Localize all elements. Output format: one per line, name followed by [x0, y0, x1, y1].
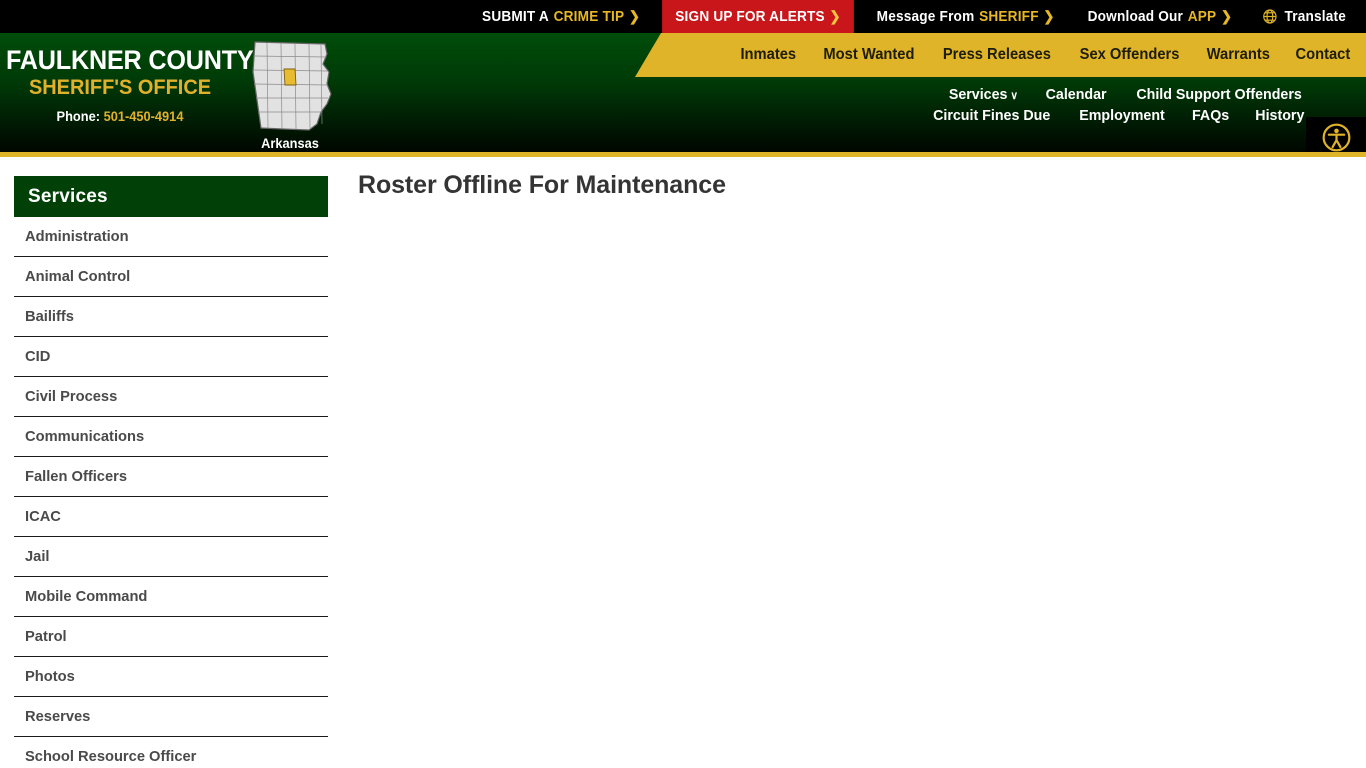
download-our-app-link[interactable]: Download Our APP ❯ [1077, 0, 1242, 33]
brand-block[interactable]: FAULKNER COUNTY SHERIFF'S OFFICE Phone: … [0, 33, 345, 152]
translate-label: Translate [1283, 8, 1346, 25]
sidebar-item-administration[interactable]: Administration [14, 217, 328, 257]
nav-circuit-fines-due[interactable]: Circuit Fines Due [933, 107, 1050, 124]
sidebar-item-civil-process[interactable]: Civil Process [14, 377, 328, 417]
sidebar-item-patrol[interactable]: Patrol [14, 617, 328, 657]
sidebar-item-cid[interactable]: CID [14, 337, 328, 377]
emergency-label: EMERGENCY [797, 154, 904, 157]
nav-employment[interactable]: Employment [1079, 107, 1165, 124]
nav-warrants[interactable]: Warrants [1206, 46, 1269, 64]
sidebar-item-photos[interactable]: Photos [14, 657, 328, 697]
office-name: SHERIFF'S OFFICE [28, 75, 212, 99]
site-header: FAULKNER COUNTY SHERIFF'S OFFICE Phone: … [0, 33, 1366, 157]
chevron-right-icon: ❯ [629, 8, 641, 24]
arkansas-map-block: Arkansas [240, 33, 340, 151]
phone-line: Phone: 501-450-4914 [6, 101, 234, 124]
sidebar-item-jail[interactable]: Jail [14, 537, 328, 577]
nav-history[interactable]: History [1256, 107, 1305, 124]
sidebar-item-bailiffs[interactable]: Bailiffs [14, 297, 328, 337]
accessibility-icon[interactable] [1322, 123, 1351, 152]
sidebar-title: Services [14, 176, 328, 217]
page-body: Services Administration Animal Control B… [0, 157, 1366, 765]
primary-nav: Inmates Most Wanted Press Releases Sex O… [635, 33, 1366, 77]
top-utility-bar: SUBMIT A CRIME TIP ❯ SIGN UP FOR ALERTS … [0, 0, 1366, 33]
chevron-right-icon: ❯ [829, 8, 842, 24]
sign-up-for-alerts-label: SIGN UP FOR ALERTS [675, 8, 826, 25]
download-our-app-highlight: APP [1187, 8, 1216, 25]
county-name: FAULKNER COUNTY [6, 45, 254, 75]
nav-inmates[interactable]: Inmates [741, 46, 797, 64]
nav-child-support-offenders[interactable]: Child Support Offenders [1136, 86, 1301, 103]
secondary-nav-row-1: Services ∨ Calendar Child Support Offende… [947, 86, 1306, 103]
submit-crime-tip-highlight: CRIME TIP [553, 8, 625, 25]
nav-sex-offenders[interactable]: Sex Offenders [1079, 46, 1179, 64]
brand-text: FAULKNER COUNTY SHERIFF'S OFFICE Phone: … [0, 33, 254, 124]
submit-crime-tip-link[interactable]: SUBMIT A CRIME TIP ❯ [472, 0, 651, 33]
nav-most-wanted[interactable]: Most Wanted [823, 46, 914, 64]
nav-services-label: Services [948, 86, 1008, 103]
header-icon-panel [1306, 117, 1366, 152]
sidebar-item-communications[interactable]: Communications [14, 417, 328, 457]
page-title: Roster Offline For Maintenance [358, 171, 726, 199]
secondary-nav-row-2: Circuit Fines Due Employment FAQs Histor… [930, 107, 1306, 124]
nav-calendar[interactable]: Calendar [1045, 86, 1106, 103]
message-from-sheriff-highlight: SHERIFF [979, 8, 1040, 25]
sidebar-item-school-resource-officer[interactable]: School Resource Officer [14, 737, 328, 768]
main-content: Roster Offline For Maintenance [341, 157, 1366, 765]
services-sidebar: Services Administration Animal Control B… [0, 157, 341, 765]
globe-icon [1261, 8, 1277, 25]
phone-number[interactable]: 501-450-4914 [104, 109, 184, 124]
nav-faqs[interactable]: FAQs [1192, 107, 1229, 124]
sidebar-item-icac[interactable]: ICAC [14, 497, 328, 537]
translate-link[interactable]: Translate [1251, 0, 1362, 33]
message-from-sheriff-link[interactable]: Message From SHERIFF ❯ [867, 0, 1066, 33]
emergency-number: 911 [911, 154, 938, 157]
chevron-right-icon: ❯ [1043, 8, 1055, 24]
download-our-app-prefix: Download Our [1087, 8, 1183, 25]
message-from-sheriff-prefix: Message From [877, 8, 975, 25]
arkansas-county-map-icon [240, 38, 340, 134]
nav-services[interactable]: Services ∨ [949, 86, 1018, 103]
map-caption: Arkansas [261, 136, 319, 151]
sidebar-item-mobile-command[interactable]: Mobile Command [14, 577, 328, 617]
phone-label: Phone: [56, 108, 101, 124]
sidebar-item-reserves[interactable]: Reserves [14, 697, 328, 737]
emergency-info: EMERGENCY 911 [797, 154, 938, 157]
sidebar-item-fallen-officers[interactable]: Fallen Officers [14, 457, 328, 497]
secondary-nav: Services ∨ Calendar Child Support Offende… [646, 79, 1306, 124]
sign-up-for-alerts-link[interactable]: SIGN UP FOR ALERTS ❯ [662, 0, 855, 33]
nav-contact[interactable]: Contact [1296, 46, 1351, 64]
nav-press-releases[interactable]: Press Releases [943, 46, 1051, 64]
chevron-right-icon: ❯ [1220, 8, 1232, 24]
chevron-down-icon: ∨ [1010, 90, 1018, 102]
submit-crime-tip-prefix: SUBMIT A [482, 8, 550, 25]
sidebar-item-animal-control[interactable]: Animal Control [14, 257, 328, 297]
